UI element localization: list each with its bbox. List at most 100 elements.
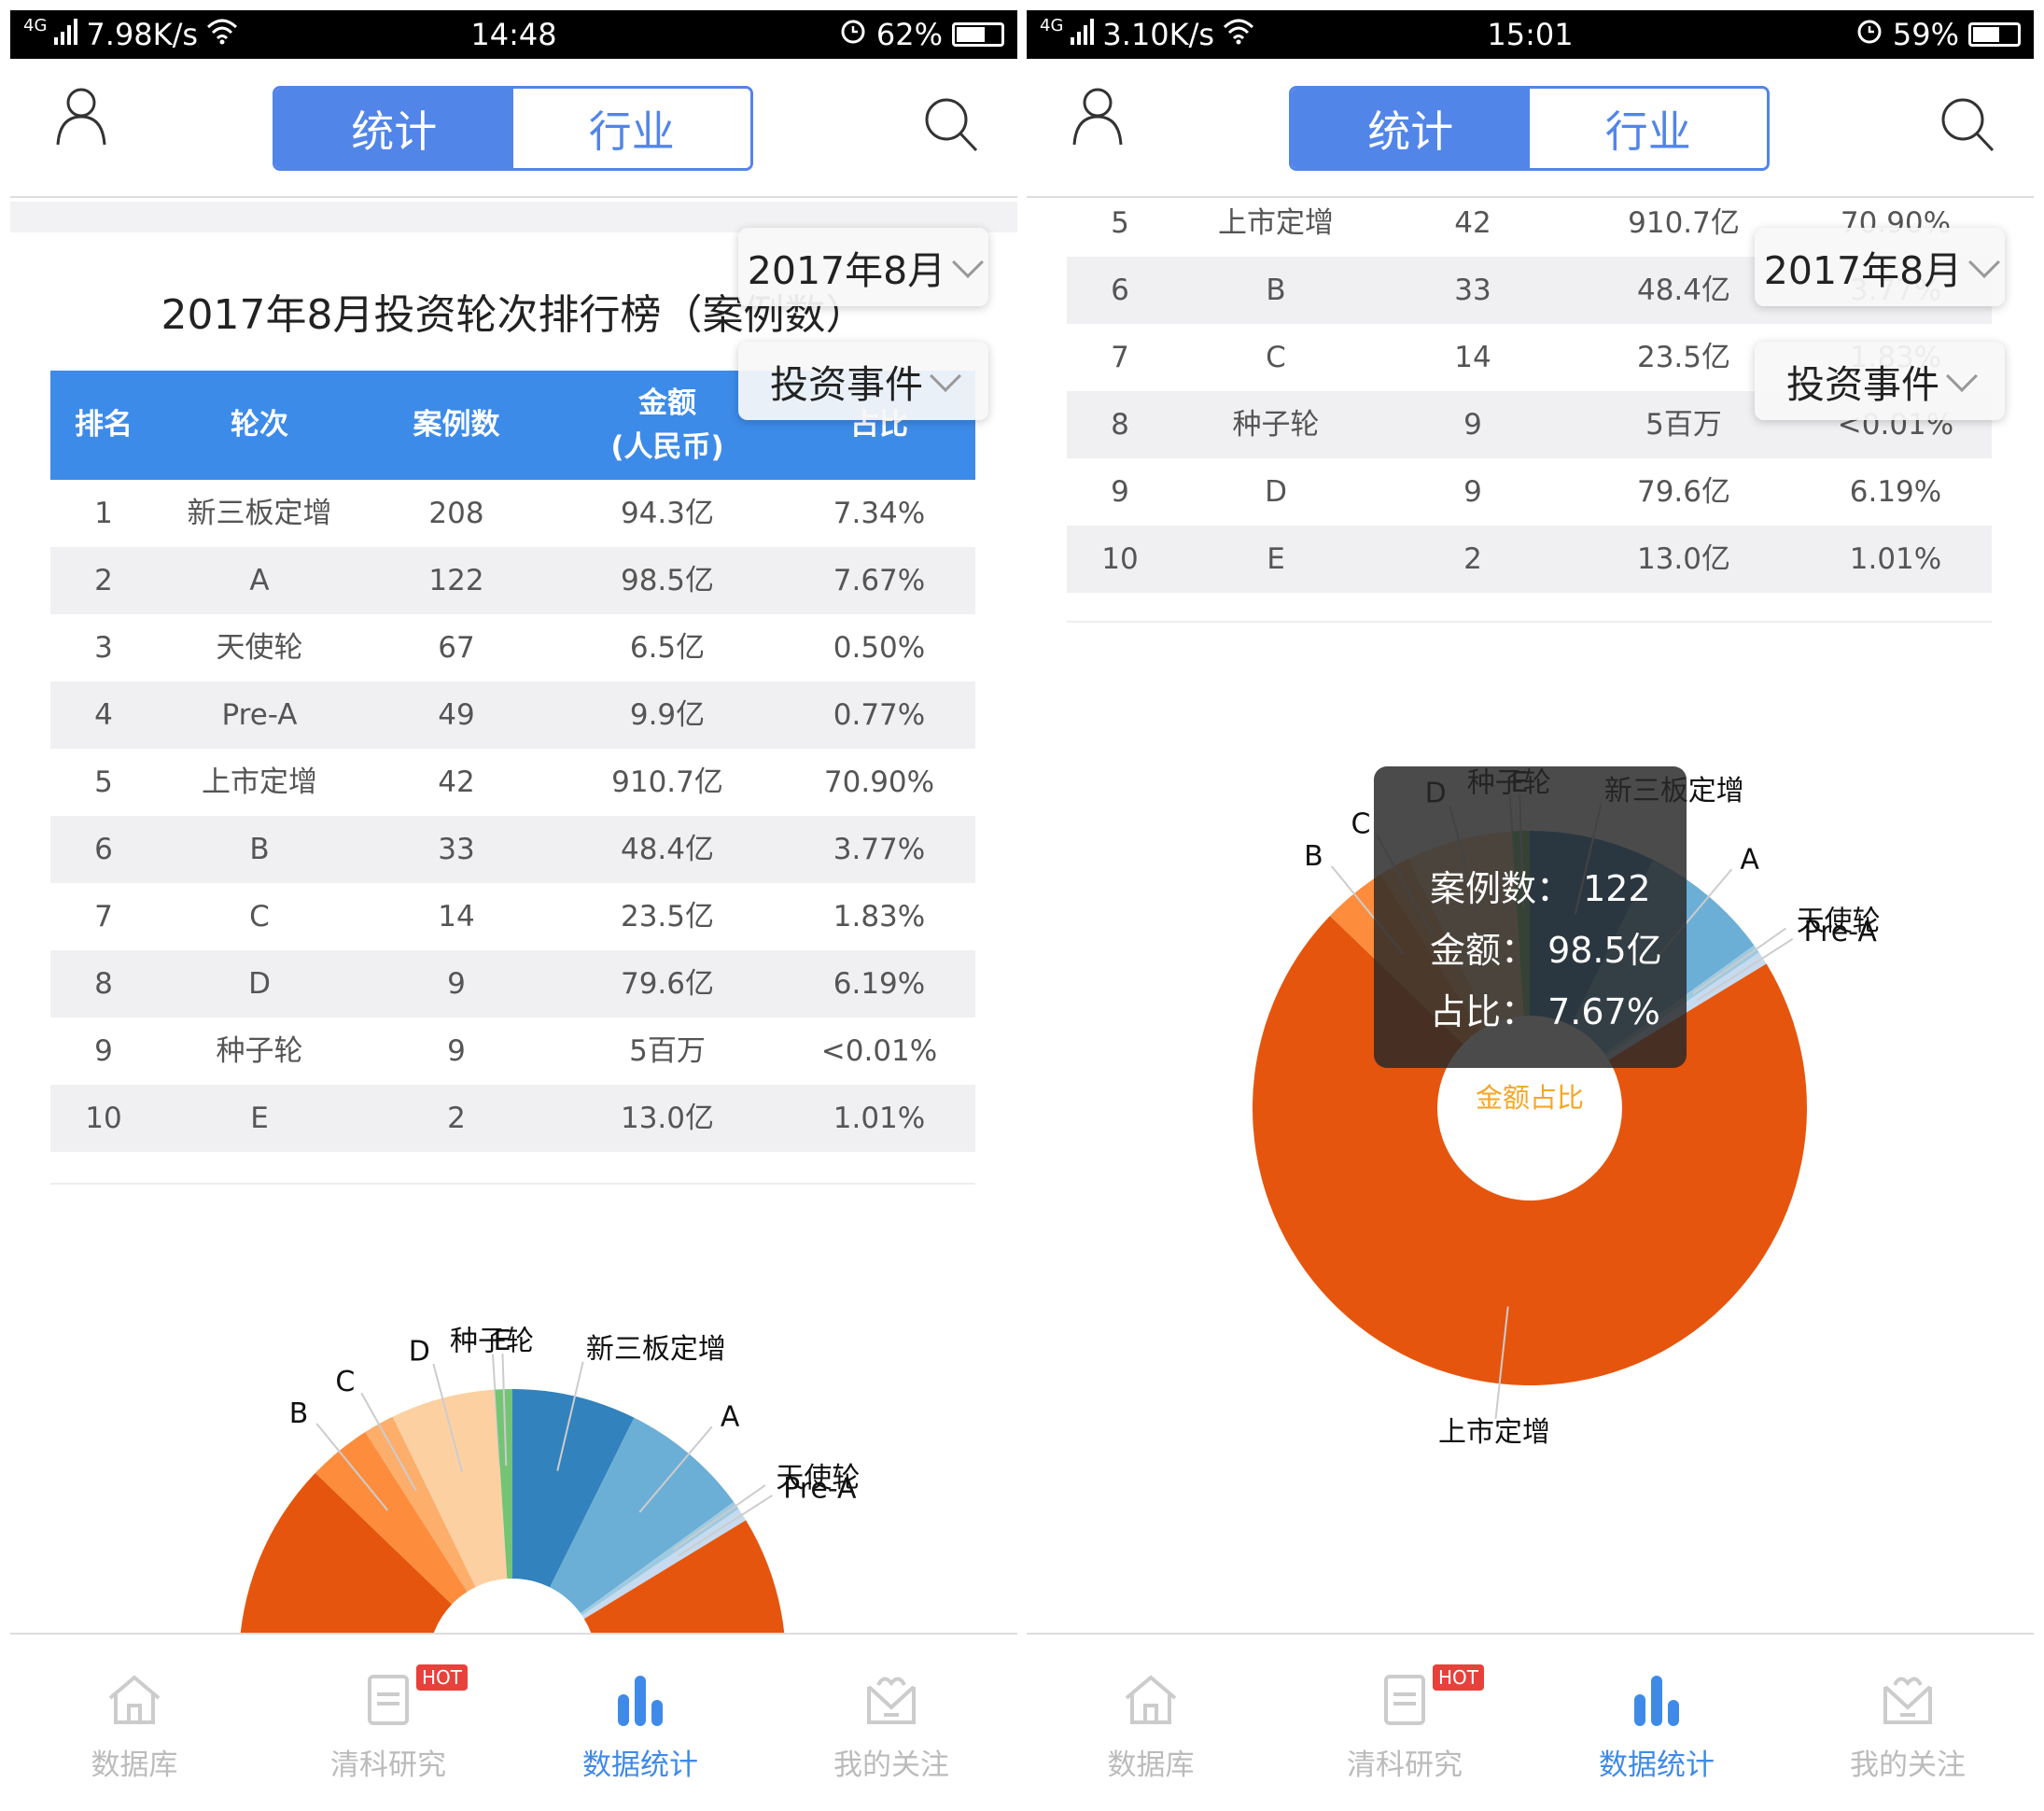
chevron-down-icon <box>952 246 985 278</box>
header-round[interactable]: 轮次 <box>231 371 288 480</box>
rank-cell: 10 <box>85 1101 122 1135</box>
chart-tooltip: 案例数： 122 金额： 98.5亿 占比： 7.67% <box>1374 766 1687 1068</box>
nav-item-statistics[interactable]: 数据统计 <box>547 1635 734 1811</box>
slice-label: Pre-A <box>1804 916 1878 948</box>
month-dropdown[interactable]: 2017年8月 <box>738 228 988 306</box>
table-row[interactable]: 9 D 9 79.6亿 6.19% <box>1067 458 1992 526</box>
header-rank[interactable]: 排名 <box>75 371 133 480</box>
share-cell: 0.50% <box>833 630 926 665</box>
amount-cell: 5百万 <box>1645 407 1722 442</box>
nav-label: 数据统计 <box>582 1748 698 1782</box>
nav-label: 清科研究 <box>330 1748 446 1782</box>
amount-cell: 13.0亿 <box>1636 541 1731 576</box>
table-row[interactable]: 3 天使轮 67 6.5亿 0.50% <box>50 614 975 681</box>
amount-cell: 6.5亿 <box>629 630 706 665</box>
tab-statistics[interactable]: 统计 <box>1292 89 1530 168</box>
top-header: 统计 行业 <box>1027 59 2034 198</box>
nav-label: 数据库 <box>1107 1748 1195 1782</box>
tab-industry[interactable]: 行业 <box>512 89 750 168</box>
amount-cell: 98.5亿 <box>620 563 715 597</box>
event-type-dropdown[interactable]: 投资事件 <box>738 342 988 420</box>
event-type-dropdown-value: 投资事件 <box>1786 362 1939 407</box>
rank-cell: 7 <box>1111 340 1129 374</box>
table-row[interactable]: 1 新三板定增 208 94.3亿 7.34% <box>50 480 975 547</box>
table-row[interactable]: 6 B 33 48.4亿 3.77% <box>50 816 975 883</box>
cases-cell: 9 <box>447 966 466 1001</box>
share-cell: <0.01% <box>820 1033 938 1068</box>
phone-screen-1: 4G 7.98K/s 14:48 62% 统计 行业 2017年8月 投资事件 2017年8月投… <box>10 10 1017 1811</box>
nav-item-statistics[interactable]: 数据统计 <box>1563 1635 1750 1811</box>
amount-cell: 79.6亿 <box>620 966 715 1001</box>
round-cell: 上市定增 <box>1218 205 1334 240</box>
table-row[interactable]: 10 E 2 13.0亿 1.01% <box>1067 526 1992 593</box>
nav-item-database[interactable]: 数据库 <box>1057 1635 1244 1811</box>
search-icon[interactable] <box>1939 96 1995 158</box>
phone-screen-2: 4G 3.10K/s 15:01 59% 统计 行业 2017年8月 投资事件 5 上市定增 42 9… <box>1027 10 2034 1811</box>
slice-label: 上市定增 <box>1438 1416 1550 1449</box>
nav-label: 我的关注 <box>1850 1748 1966 1782</box>
rank-cell: 10 <box>1101 541 1139 576</box>
slice-label: Pre-A <box>783 1472 857 1505</box>
user-profile-icon[interactable] <box>1071 85 1124 150</box>
bottom-nav: 数据库 HOT 清科研究 数据统计 我的关注 <box>10 1633 1017 1811</box>
share-cell: 7.34% <box>833 496 926 530</box>
amount-cell: 23.5亿 <box>1636 340 1731 374</box>
table-row[interactable]: 4 Pre-A 49 9.9亿 0.77% <box>50 681 975 749</box>
user-profile-icon[interactable] <box>55 85 107 150</box>
cases-cell: 42 <box>438 765 475 799</box>
header-amount[interactable]: 金额 (人民币) <box>610 371 723 480</box>
slice-label: A <box>721 1401 740 1434</box>
cases-cell: 42 <box>1454 205 1491 240</box>
amount-cell: 5百万 <box>629 1033 706 1068</box>
amount-cell: 48.4亿 <box>620 832 715 866</box>
nav-item-research[interactable]: HOT 清科研究 <box>295 1635 482 1811</box>
rank-cell: 5 <box>1111 205 1129 240</box>
table-row[interactable]: 9 种子轮 9 5百万 <0.01% <box>50 1018 975 1085</box>
table-row[interactable]: 5 上市定增 42 910.7亿 70.90% <box>50 749 975 816</box>
bottom-nav: 数据库 HOT 清科研究 数据统计 我的关注 <box>1027 1633 2034 1811</box>
table-row[interactable]: 7 C 14 23.5亿 1.83% <box>50 883 975 950</box>
amount-share-donut-chart: 新三板定增A天使轮Pre-A上市定增BCD种子轮E金额占比案例数： 122金额：… <box>1027 626 2034 1625</box>
event-type-dropdown[interactable]: 投资事件 <box>1755 342 2005 420</box>
cases-cell: 2 <box>1463 541 1482 576</box>
table-row[interactable]: 2 A 122 98.5亿 7.67% <box>50 547 975 614</box>
round-cell: E <box>1267 541 1285 576</box>
header-cases[interactable]: 案例数 <box>413 371 500 480</box>
tab-statistics[interactable]: 统计 <box>275 89 513 168</box>
nav-label: 数据库 <box>91 1748 178 1782</box>
round-cell: 上市定增 <box>202 765 317 799</box>
status-bar: 4G 7.98K/s 14:48 62% <box>10 10 1017 59</box>
slice-label: D <box>409 1335 430 1368</box>
nav-item-following[interactable]: 我的关注 <box>798 1635 985 1811</box>
tab-industry[interactable]: 行业 <box>1529 89 1767 168</box>
nav-label: 数据统计 <box>1599 1748 1715 1782</box>
rank-cell: 7 <box>94 899 113 934</box>
share-cell: 6.19% <box>833 966 926 1001</box>
tooltip-share: 占比： 7.67% <box>1430 991 1660 1032</box>
table-row[interactable]: 8 D 9 79.6亿 6.19% <box>50 950 975 1018</box>
rank-cell: 4 <box>94 697 113 732</box>
cases-cell: 49 <box>438 697 475 732</box>
slice-label: A <box>1740 844 1759 877</box>
alarm-icon <box>839 10 867 59</box>
nav-item-research[interactable]: HOT 清科研究 <box>1311 1635 1498 1811</box>
month-dropdown[interactable]: 2017年8月 <box>1755 228 2005 306</box>
divider <box>1067 621 1992 623</box>
nav-item-database[interactable]: 数据库 <box>41 1635 228 1811</box>
ranking-table: 排名 轮次 案例数 金额 (人民币) 占比 1 新三板定增 208 94.3亿 7.34% 2 A 122… <box>50 371 975 1152</box>
round-cell: C <box>1266 340 1286 374</box>
amount-cell: 13.0亿 <box>620 1101 715 1135</box>
month-dropdown-value: 2017年8月 <box>1763 248 1963 293</box>
table-row[interactable]: 10 E 2 13.0亿 1.01% <box>50 1085 975 1152</box>
amount-share-donut-chart: 新三板定增 A 天使轮 Pre-A B C D 种子轮 E <box>10 1184 1017 1633</box>
search-icon[interactable] <box>923 96 979 158</box>
rank-cell: 9 <box>1111 474 1129 509</box>
nav-item-following[interactable]: 我的关注 <box>1814 1635 2001 1811</box>
rank-cell: 5 <box>94 765 113 799</box>
round-cell: Pre-A <box>221 697 298 732</box>
amount-cell: 79.6亿 <box>1636 474 1731 509</box>
share-cell: 6.19% <box>1849 474 1942 509</box>
status-bar: 4G 3.10K/s 15:01 59% <box>1027 10 2034 59</box>
round-cell: 种子轮 <box>216 1033 303 1068</box>
rank-cell: 8 <box>1111 407 1129 442</box>
